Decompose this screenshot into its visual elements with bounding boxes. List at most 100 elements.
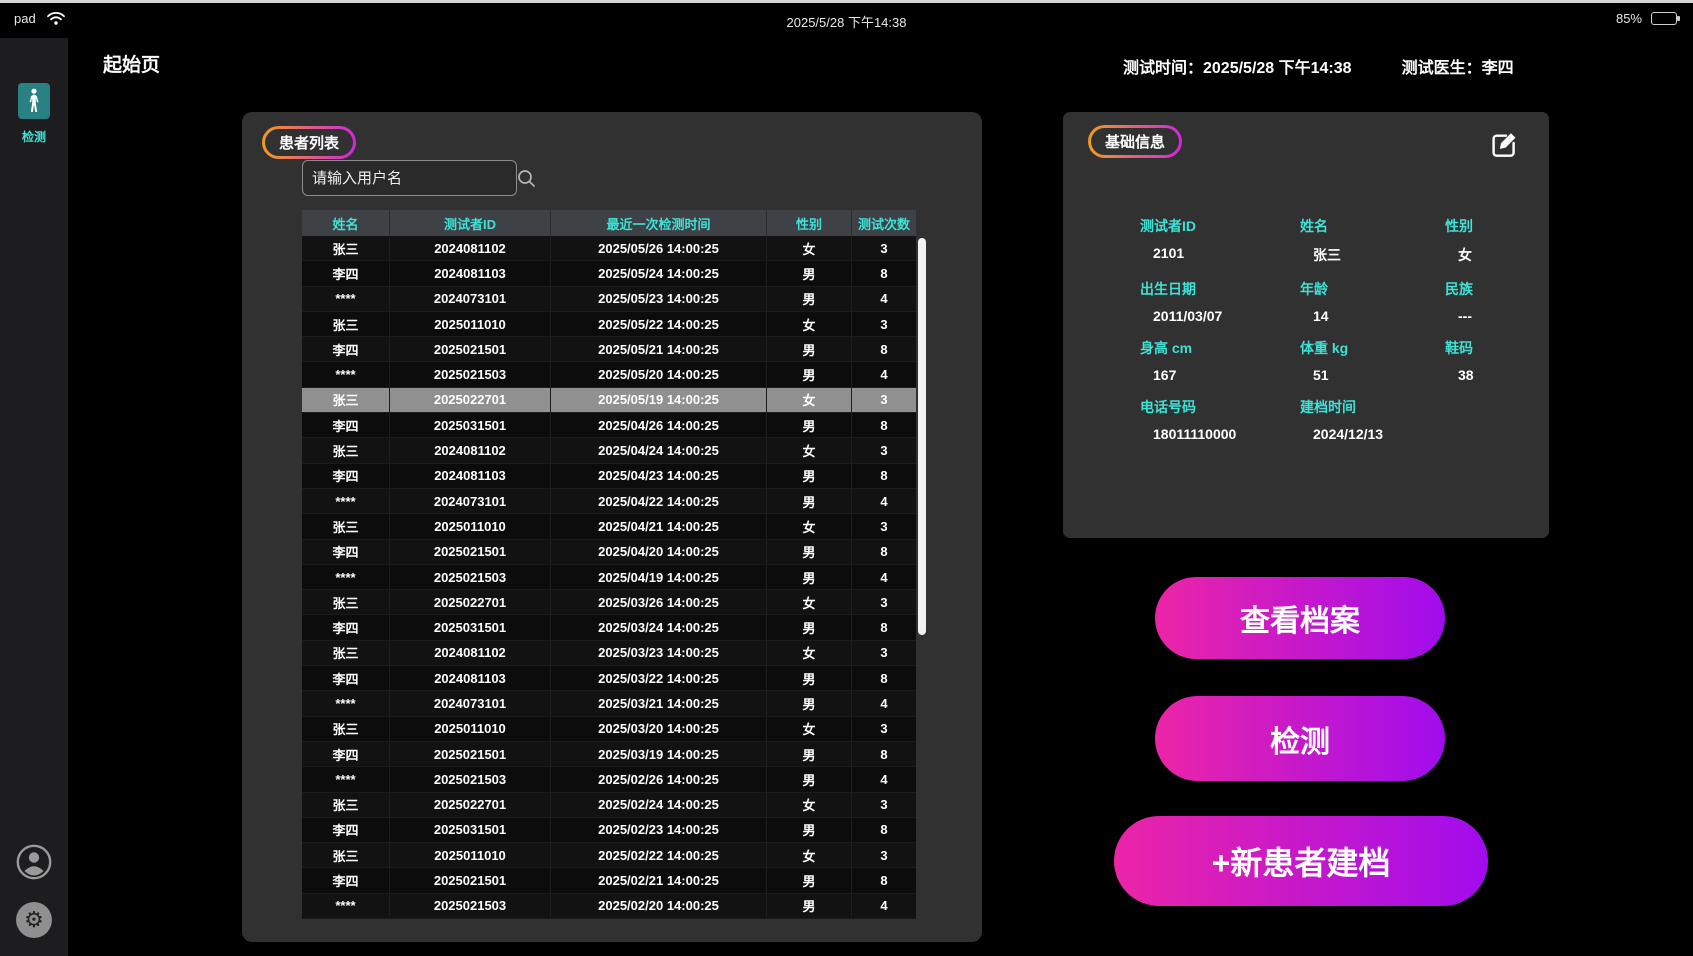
pencil-square-icon — [1488, 129, 1520, 161]
cell-gender: 女 — [767, 312, 852, 336]
cell-last-test-time: 2025/04/26 14:00:25 — [551, 413, 767, 437]
cell-test-count: 3 — [852, 514, 916, 538]
table-row[interactable]: 张三 2025011010 2025/03/20 14:00:25 女 3 — [302, 717, 916, 742]
cell-test-count: 3 — [852, 590, 916, 614]
basic-info-title-pill: 基础信息 — [1088, 125, 1182, 158]
cell-gender: 女 — [767, 514, 852, 538]
col-header-name: 姓名 — [302, 210, 390, 236]
cell-gender: 男 — [767, 666, 852, 690]
table-row[interactable]: 李四 2024081103 2025/03/22 14:00:25 男 8 — [302, 666, 916, 691]
table-row[interactable]: 张三 2024081102 2025/05/26 14:00:25 女 3 — [302, 236, 916, 261]
cell-test-count: 8 — [852, 742, 916, 766]
cell-name: 张三 — [302, 438, 390, 462]
table-row[interactable]: 张三 2025022701 2025/03/26 14:00:25 女 3 — [302, 590, 916, 615]
info-field: 身高 cm 167 — [1140, 338, 1300, 383]
table-row[interactable]: 张三 2024081102 2025/04/24 14:00:25 女 3 — [302, 438, 916, 463]
cell-tester-id: 2025021501 — [390, 742, 551, 766]
view-archive-button[interactable]: 查看档案 — [1155, 577, 1445, 659]
table-row[interactable]: 张三 2025022701 2025/02/24 14:00:25 女 3 — [302, 793, 916, 818]
cell-gender: 男 — [767, 489, 852, 513]
table-row[interactable]: **** 2025021503 2025/02/26 14:00:25 男 4 — [302, 767, 916, 792]
edit-profile-button[interactable] — [1487, 128, 1521, 162]
cell-name: 张三 — [302, 514, 390, 538]
table-scrollbar-thumb[interactable] — [918, 238, 926, 635]
table-row[interactable]: **** 2025021503 2025/02/20 14:00:25 男 4 — [302, 894, 916, 919]
info-field-label: 身高 cm — [1140, 338, 1300, 358]
info-field: 性别 女 — [1445, 216, 1565, 265]
cell-test-count: 4 — [852, 489, 916, 513]
cell-tester-id: 2025021503 — [390, 894, 551, 918]
cell-last-test-time: 2025/03/23 14:00:25 — [551, 641, 767, 665]
cell-last-test-time: 2025/02/23 14:00:25 — [551, 818, 767, 842]
cell-test-count: 8 — [852, 615, 916, 639]
cell-gender: 男 — [767, 742, 852, 766]
cell-test-count: 4 — [852, 894, 916, 918]
cell-last-test-time: 2025/04/24 14:00:25 — [551, 438, 767, 462]
cell-name: 张三 — [302, 717, 390, 741]
search-icon[interactable] — [517, 169, 536, 188]
table-row[interactable]: 李四 2025021501 2025/03/19 14:00:25 男 8 — [302, 742, 916, 767]
cell-last-test-time: 2025/05/24 14:00:25 — [551, 261, 767, 285]
cell-name: **** — [302, 362, 390, 386]
table-row[interactable]: 李四 2025031501 2025/04/26 14:00:25 男 8 — [302, 413, 916, 438]
info-field-value: 2011/03/07 — [1140, 308, 1300, 324]
new-patient-button[interactable]: +新患者建档 — [1114, 816, 1488, 906]
table-row[interactable]: 李四 2024081103 2025/05/24 14:00:25 男 8 — [302, 261, 916, 286]
cell-last-test-time: 2025/05/20 14:00:25 — [551, 362, 767, 386]
table-row[interactable]: 张三 2025011010 2025/04/21 14:00:25 女 3 — [302, 514, 916, 539]
cell-last-test-time: 2025/03/24 14:00:25 — [551, 615, 767, 639]
cell-last-test-time: 2025/02/20 14:00:25 — [551, 894, 767, 918]
detect-button[interactable]: 检测 — [1155, 696, 1445, 781]
info-field-value: 2024/12/13 — [1300, 426, 1445, 442]
user-profile-button[interactable] — [16, 844, 52, 880]
cell-tester-id: 2025022701 — [390, 388, 551, 412]
settings-button[interactable]: ⚙ — [16, 902, 52, 938]
table-row[interactable]: **** 2025021503 2025/05/20 14:00:25 男 4 — [302, 362, 916, 387]
info-field: 电话号码 18011110000 — [1140, 397, 1300, 442]
table-row[interactable]: **** 2024073101 2025/03/21 14:00:25 男 4 — [302, 691, 916, 716]
cell-tester-id: 2025021501 — [390, 868, 551, 892]
search-input[interactable] — [303, 170, 517, 187]
info-field-label: 姓名 — [1300, 216, 1445, 236]
table-row[interactable]: 张三 2025011010 2025/05/22 14:00:25 女 3 — [302, 312, 916, 337]
basic-info-grid: 测试者ID 2101 姓名 张三 性别 女 出生日期 2011/03/07 年龄… — [1140, 216, 1565, 442]
cell-gender: 男 — [767, 261, 852, 285]
cell-test-count: 3 — [852, 236, 916, 260]
cell-name: 张三 — [302, 312, 390, 336]
cell-last-test-time: 2025/04/21 14:00:25 — [551, 514, 767, 538]
table-row[interactable]: 李四 2024081103 2025/04/23 14:00:25 男 8 — [302, 464, 916, 489]
cell-name: 李四 — [302, 413, 390, 437]
table-row[interactable]: 李四 2025031501 2025/03/24 14:00:25 男 8 — [302, 615, 916, 640]
cell-tester-id: 2025021503 — [390, 767, 551, 791]
table-row[interactable]: 张三 2025011010 2025/02/22 14:00:25 女 3 — [302, 843, 916, 868]
cell-test-count: 4 — [852, 362, 916, 386]
cell-gender: 女 — [767, 236, 852, 260]
app-screen: pad 2025/5/28 下午14:38 85% 检测 — [0, 0, 1693, 956]
cell-tester-id: 2025011010 — [390, 843, 551, 867]
info-field-label: 测试者ID — [1140, 216, 1300, 236]
sidebar-item-detect[interactable]: 检测 — [17, 83, 51, 145]
sidebar: 检测 ⚙ — [0, 38, 68, 956]
info-field-value: 51 — [1300, 367, 1445, 383]
info-field-value: 14 — [1300, 308, 1445, 324]
table-row[interactable]: **** 2024073101 2025/04/22 14:00:25 男 4 — [302, 489, 916, 514]
table-row[interactable]: 李四 2025031501 2025/02/23 14:00:25 男 8 — [302, 818, 916, 843]
table-row[interactable]: 李四 2025021501 2025/04/20 14:00:25 男 8 — [302, 540, 916, 565]
table-row[interactable]: **** 2025021503 2025/04/19 14:00:25 男 4 — [302, 565, 916, 590]
cell-test-count: 8 — [852, 666, 916, 690]
table-row[interactable]: 张三 2025022701 2025/05/19 14:00:25 女 3 — [302, 388, 916, 413]
cell-test-count: 4 — [852, 691, 916, 715]
cell-tester-id: 2025031501 — [390, 615, 551, 639]
gear-icon: ⚙ — [24, 909, 44, 931]
col-header-tester-id: 测试者ID — [390, 210, 551, 236]
table-row[interactable]: 张三 2024081102 2025/03/23 14:00:25 女 3 — [302, 641, 916, 666]
cell-gender: 男 — [767, 868, 852, 892]
table-row[interactable]: **** 2024073101 2025/05/23 14:00:25 男 4 — [302, 287, 916, 312]
table-row[interactable]: 李四 2025021501 2025/02/21 14:00:25 男 8 — [302, 868, 916, 893]
cell-test-count: 3 — [852, 717, 916, 741]
cell-test-count: 3 — [852, 641, 916, 665]
test-doctor-text: 测试医生：李四 — [1402, 54, 1514, 78]
info-field-value: 女 — [1445, 245, 1565, 265]
cell-gender: 男 — [767, 565, 852, 589]
table-row[interactable]: 李四 2025021501 2025/05/21 14:00:25 男 8 — [302, 337, 916, 362]
